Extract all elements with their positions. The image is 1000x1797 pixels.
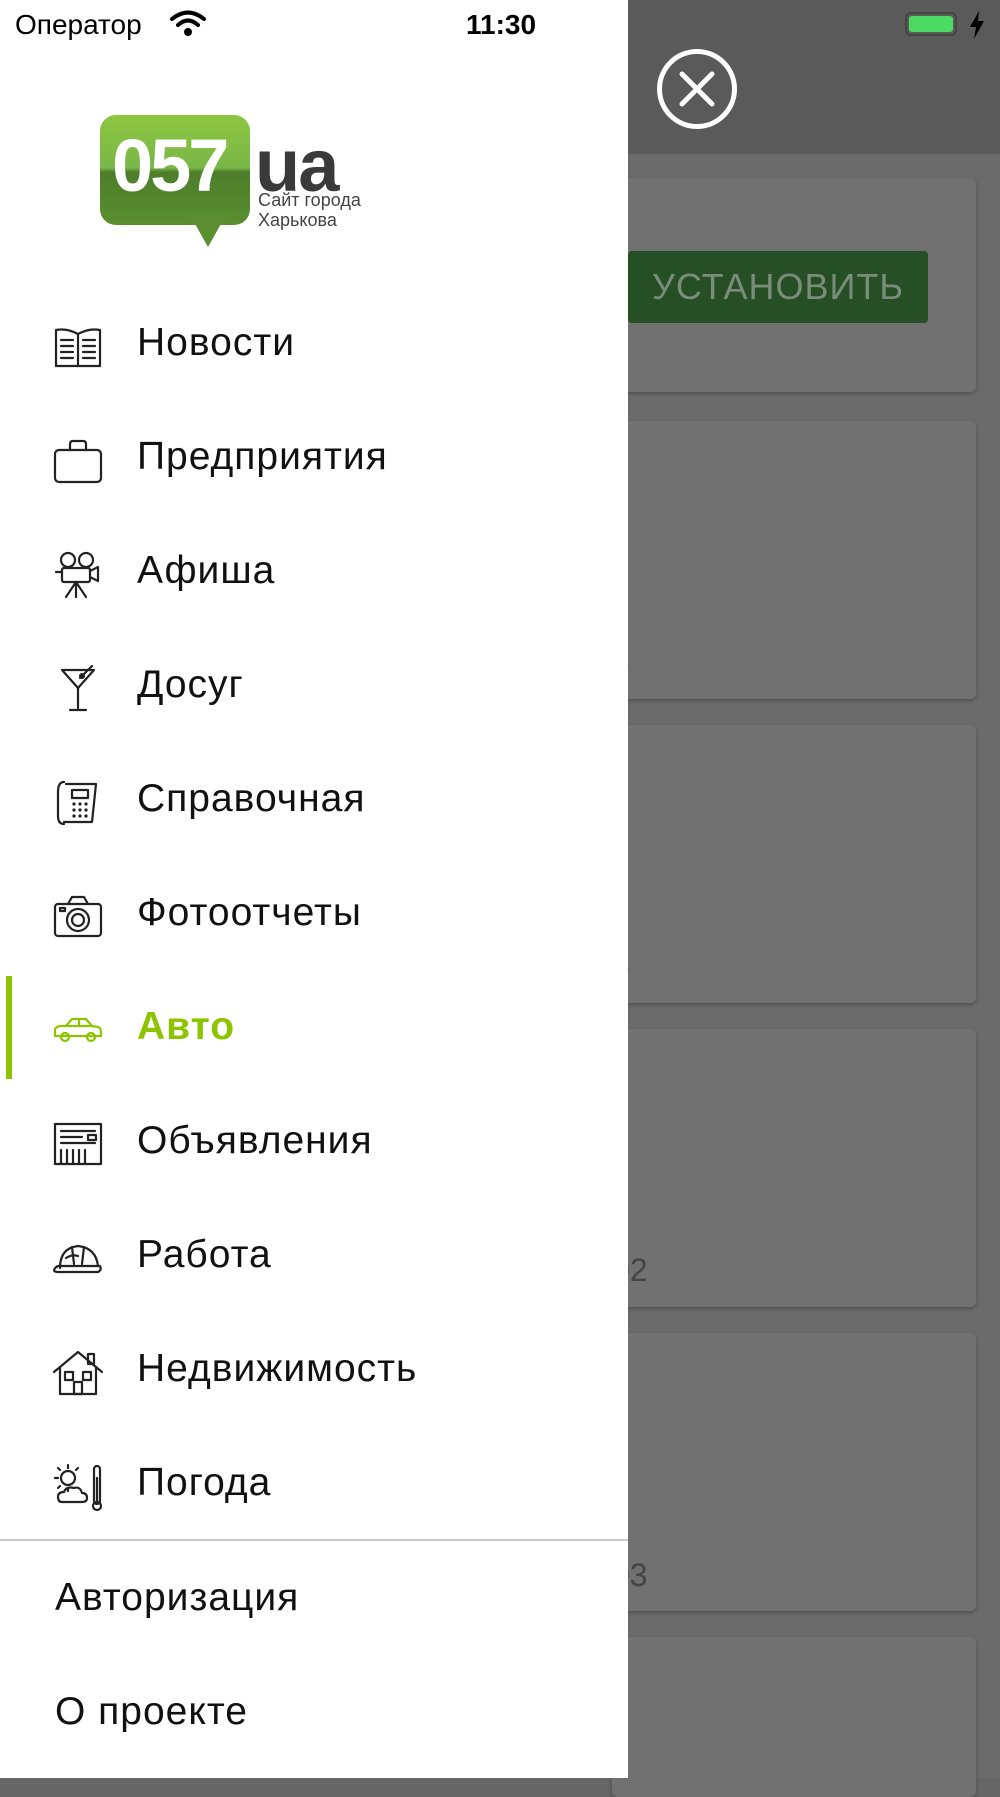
install-button[interactable]: УСТАНОВИТЬ	[628, 251, 928, 323]
close-menu-button[interactable]	[657, 49, 737, 129]
car-icon	[53, 1017, 103, 1043]
menu-item-classifieds[interactable]: Объявления	[0, 1095, 628, 1195]
menu-item-jobs[interactable]: Работа	[0, 1209, 628, 1309]
wifi-icon	[170, 10, 206, 36]
close-icon	[679, 71, 715, 107]
menu-item-businesses[interactable]: Предприятия	[0, 411, 628, 511]
carrier-name: Оператор	[15, 9, 142, 40]
menu-item-label: Досуг	[137, 663, 244, 706]
logo-tagline: Сайт города	[258, 190, 361, 210]
clock: 11:30	[466, 9, 537, 40]
ads-board-icon	[53, 1122, 103, 1166]
about-link[interactable]: О проекте	[55, 1690, 248, 1734]
menu-item-label: Новости	[137, 321, 295, 364]
logo-bubble-tail	[190, 215, 226, 247]
menu-item-directory[interactable]: Справочная	[0, 753, 628, 853]
briefcase-icon	[53, 439, 103, 484]
status-bar: Оператор 11:30	[0, 0, 1000, 52]
background-card[interactable]	[612, 1637, 976, 1797]
menu-item-label: Справочная	[137, 777, 366, 820]
menu-item-label: Авто	[137, 1005, 236, 1048]
background-card[interactable]	[612, 421, 976, 699]
menu-item-label: Афиша	[137, 549, 276, 592]
film-camera-icon	[54, 551, 100, 599]
charging-icon	[970, 11, 984, 39]
auth-link[interactable]: Авторизация	[55, 1576, 299, 1620]
menu-item-label: Погода	[137, 1461, 272, 1504]
site-logo[interactable]: 057 ua Сайт города Харькова	[100, 115, 370, 255]
background-card[interactable]	[612, 725, 976, 1003]
logo-number: 057	[112, 124, 229, 207]
menu-item-events[interactable]: Афиша	[0, 525, 628, 625]
battery-icon	[905, 12, 957, 36]
menu-item-label: Объявления	[137, 1119, 373, 1162]
logo-tagline: Харькова	[258, 210, 337, 230]
menu-item-real-estate[interactable]: Недвижимость	[0, 1323, 628, 1423]
photo-camera-icon	[53, 895, 103, 938]
menu-item-weather[interactable]: Погода	[0, 1437, 628, 1537]
menu-item-label: Работа	[137, 1233, 272, 1276]
menu-divider	[0, 1539, 628, 1541]
navigation-drawer: 057 ua Сайт города Харькова Новости Пред…	[0, 0, 628, 1778]
menu-item-label: Предприятия	[137, 435, 388, 478]
cocktail-icon	[60, 664, 96, 712]
menu-item-photo-reports[interactable]: Фотоотчеты	[0, 867, 628, 967]
house-icon	[52, 1350, 104, 1396]
background-card[interactable]	[612, 1029, 976, 1307]
newspaper-icon	[54, 328, 102, 368]
weather-icon	[53, 1463, 103, 1512]
menu-item-leisure[interactable]: Досуг	[0, 639, 628, 739]
menu-item-label: Недвижимость	[137, 1347, 418, 1390]
menu-item-news[interactable]: Новости	[0, 297, 628, 397]
hard-hat-icon	[52, 1244, 102, 1274]
menu-item-auto[interactable]: Авто	[0, 981, 628, 1081]
menu-item-label: Фотоотчеты	[137, 891, 362, 934]
background-card[interactable]	[612, 1333, 976, 1611]
telephone-icon	[56, 780, 98, 826]
